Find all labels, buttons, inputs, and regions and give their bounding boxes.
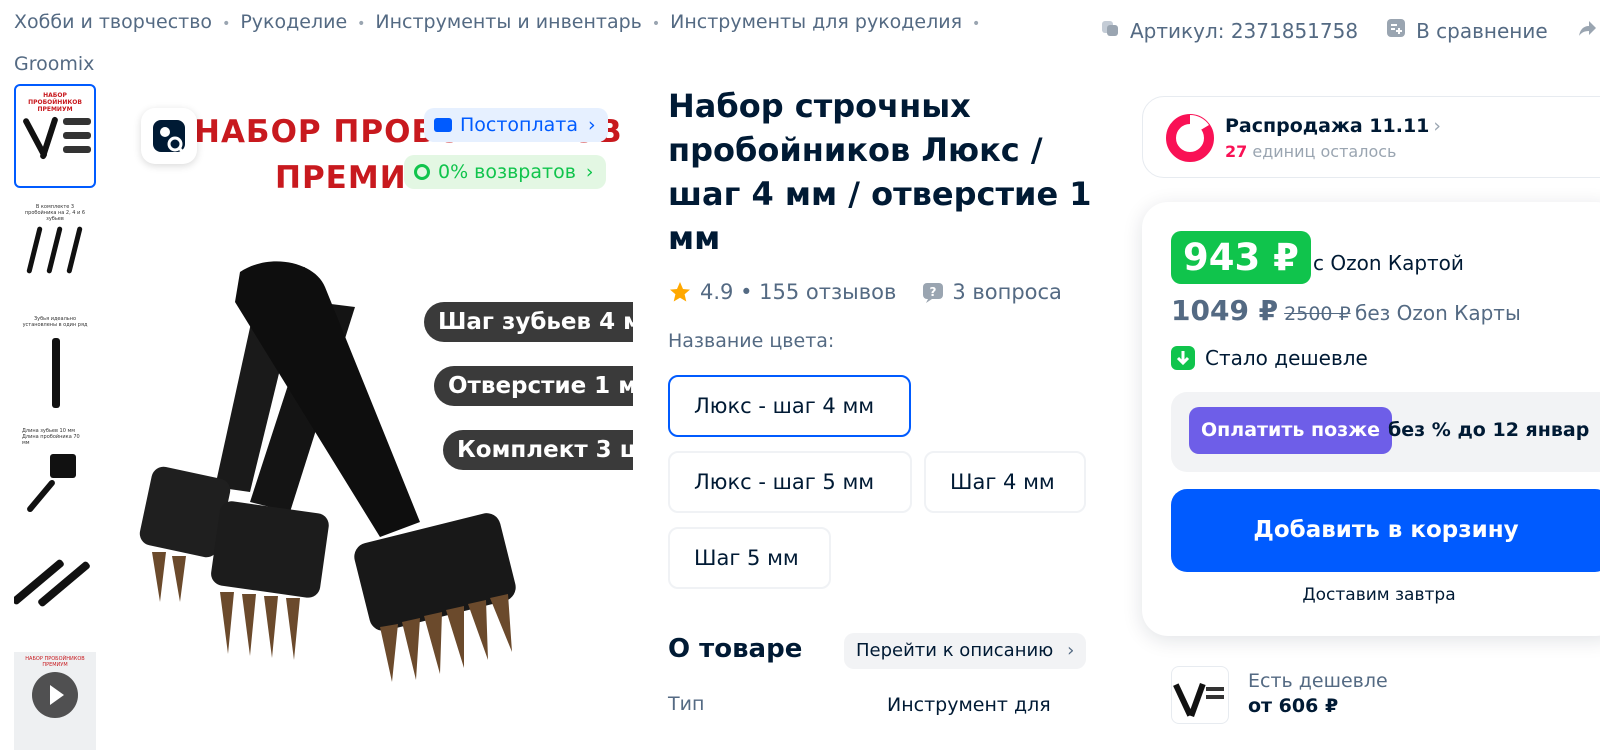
regular-price: 1049 ₽2500 ₽ (1171, 294, 1351, 327)
sale-banner[interactable]: Распродажа 11.11 › 27 единиц осталось (1142, 96, 1600, 178)
sale-remaining: 27 единиц осталось (1225, 142, 1397, 161)
breadcrumb: Хобби и творчество • Рукоделие • Инструменты… (14, 11, 981, 75)
chevron-right-icon: › (1433, 115, 1442, 137)
returns-badge[interactable]: 0% возвратов › (404, 155, 606, 189)
card-price: 943 ₽ (1171, 231, 1311, 284)
return-icon (414, 164, 430, 180)
thumb-title: НАБОР ПРОБОЙНИКОВ ПРЕМИУМ (25, 656, 85, 668)
thumb-title: Зубья идеально установлены в один ряд (22, 316, 88, 328)
with-card-label: с Ozon Картой (1313, 251, 1464, 275)
rating-row: 4.9 • 155 отзывов ? 3 вопроса (668, 280, 1062, 304)
cheaper-offer-title[interactable]: Есть дешевле (1248, 670, 1388, 692)
thumb-title: НАБОР ПРОБОЙНИКОВ ПРЕМИУМ (28, 92, 82, 113)
copy-icon[interactable] (1100, 18, 1120, 43)
rating-reviews-link[interactable]: 4.9 • 155 отзывов (700, 280, 896, 304)
gallery-thumbnail[interactable]: Зубья идеально установлены в один ряд (14, 312, 96, 410)
chevron-right-icon: › (1067, 640, 1075, 661)
question-icon: ? (923, 283, 944, 303)
without-card-label: без Ozon Карты (1355, 301, 1521, 325)
delivery-info: Доставим завтра (1302, 585, 1456, 605)
breadcrumb-item[interactable]: Инструменты для рукоделия (670, 11, 962, 33)
questions-link[interactable]: 3 вопроса (952, 280, 1062, 304)
postpay-badge[interactable]: Постоплата › (424, 108, 608, 142)
product-meta-bar: Артикул: 2371851758 В сравнение (1100, 18, 1598, 43)
spec-value: Инструмент для (887, 694, 1051, 716)
breadcrumb-item[interactable]: Хобби и творчество (14, 11, 212, 33)
to-description-button[interactable]: Перейти к описанию › (844, 633, 1087, 669)
color-label: Название цвета: (668, 330, 835, 352)
variant-option[interactable]: Люкс - шаг 5 мм (668, 451, 912, 513)
pay-later-terms: без % до 12 январ (1388, 419, 1590, 441)
feature-pill: Шаг зубьев 4 мм (424, 302, 633, 342)
compare-icon[interactable] (1386, 18, 1406, 43)
image-search-button[interactable] (141, 108, 197, 164)
old-price: 2500 ₽ (1284, 303, 1351, 325)
price-drop-note: Стало дешевле (1171, 346, 1368, 370)
cheaper-offer-price[interactable]: от 606 ₽ (1248, 695, 1338, 717)
postpay-label: Постоплата (460, 114, 578, 136)
variant-option[interactable]: Шаг 5 мм (668, 527, 831, 589)
product-title: Набор строчных пробойников Люкс / шаг 4 … (668, 87, 1092, 257)
about-heading: О товаре (668, 634, 803, 664)
feature-pill: Комплект 3 шт (443, 430, 633, 470)
gallery-thumbnail[interactable]: Длина зубьев 10 мм Длина пробойника 70 м… (14, 424, 96, 522)
gallery-thumbnail[interactable]: В комплекте 3 пробойника на 2, 4 и 6 зуб… (14, 200, 96, 298)
gallery-thumbnail[interactable] (14, 536, 96, 634)
gallery-thumbnail[interactable]: НАБОР ПРОБОЙНИКОВ ПРЕМИУМ (14, 84, 96, 188)
share-icon[interactable] (1578, 18, 1598, 43)
breadcrumb-item[interactable]: Рукоделие (240, 11, 347, 33)
variant-option[interactable]: Шаг 4 мм (924, 451, 1086, 513)
sale-logo-icon (1166, 114, 1214, 162)
wallet-icon (434, 118, 452, 132)
returns-label: 0% возвратов (438, 161, 576, 183)
sale-title: Распродажа 11.11 › (1225, 115, 1442, 137)
article-number[interactable]: Артикул: 2371851758 (1130, 19, 1358, 43)
breadcrumb-item[interactable]: Groomix (14, 53, 94, 75)
feature-pill: Отверстие 1 мм (434, 366, 633, 406)
cheaper-offer-thumbnail[interactable] (1171, 666, 1229, 724)
add-to-cart-button[interactable]: Добавить в корзину (1171, 489, 1600, 572)
spec-key: Тип (668, 693, 705, 715)
image-search-icon (153, 120, 186, 155)
chevron-right-icon: › (587, 114, 596, 136)
svg-text:?: ? (930, 285, 937, 299)
thumb-title: Длина зубьев 10 мм Длина пробойника 70 м… (22, 428, 80, 446)
gallery-video-thumbnail[interactable]: НАБОР ПРОБОЙНИКОВ ПРЕМИУМ (14, 652, 96, 750)
variant-option[interactable]: Люкс - шаг 4 мм (668, 375, 911, 437)
thumb-title: В комплекте 3 пробойника на 2, 4 и 6 зуб… (24, 204, 86, 222)
star-icon (670, 282, 690, 302)
breadcrumb-item[interactable]: Инструменты и инвентарь (375, 11, 641, 33)
chevron-right-icon: › (585, 161, 594, 183)
pay-later-button[interactable]: Оплатить позже (1189, 407, 1392, 454)
compare-link[interactable]: В сравнение (1416, 19, 1548, 43)
to-description-label: Перейти к описанию (856, 640, 1054, 661)
play-icon[interactable] (32, 672, 78, 718)
arrow-down-icon (1171, 346, 1195, 370)
